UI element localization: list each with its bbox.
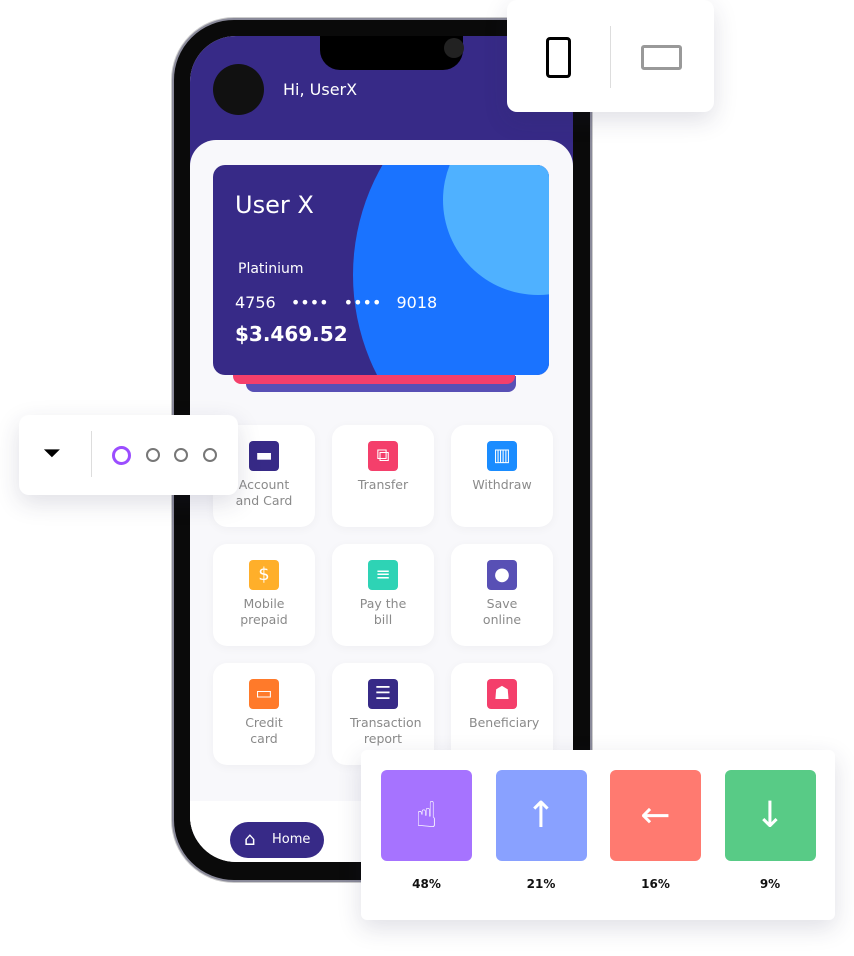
page-dot[interactable] <box>203 448 217 462</box>
card-number: 4756 •••• •••• 9018 <box>235 293 438 312</box>
orientation-popup <box>507 0 714 112</box>
service-tile[interactable]: ▥ Withdraw <box>451 425 553 527</box>
page-dot-active[interactable] <box>112 446 131 465</box>
nav-home-button[interactable]: ⌂ Home <box>230 822 324 858</box>
bank-card[interactable]: User X Platinium 4756 •••• •••• 9018 $3.… <box>213 165 549 375</box>
card-balance: $3.469.52 <box>235 322 348 346</box>
wallet-icon: ▬ <box>249 441 279 471</box>
service-label: Mobile prepaid <box>240 596 288 627</box>
dollar-icon: $ <box>249 560 279 590</box>
service-label: Save online <box>482 596 522 627</box>
contact-book-icon: ☗ <box>487 679 517 709</box>
service-tile[interactable]: ● Save online <box>451 544 553 646</box>
arrow-down-icon: ↓ <box>754 795 786 836</box>
service-tile[interactable]: $ Mobile prepaid <box>213 544 315 646</box>
home-icon: ⌂ <box>244 829 256 850</box>
camera-icon <box>444 38 464 58</box>
service-label: Withdraw <box>472 477 532 492</box>
atm-icon: ▥ <box>487 441 517 471</box>
service-tile[interactable]: ⧉ Transfer <box>332 425 434 527</box>
stat-button[interactable]: ↓ <box>724 770 816 861</box>
credit-card-icon: ▭ <box>249 679 279 709</box>
stat-button[interactable]: ↑ <box>495 770 587 861</box>
card-holder: User X <box>235 191 314 219</box>
service-label: Beneficiary <box>469 715 540 730</box>
notch <box>320 36 464 70</box>
card-tier: Platinium <box>238 261 304 277</box>
page-dot[interactable] <box>146 448 160 462</box>
stat-value: 21% <box>526 877 556 891</box>
stat-button[interactable]: ☝ <box>381 770 472 861</box>
stat-value: 9% <box>759 877 781 891</box>
service-label: Transaction report <box>350 715 422 746</box>
service-label: Transfer <box>357 477 409 492</box>
receipt-icon: ≡ <box>368 560 398 590</box>
avatar[interactable] <box>213 64 264 115</box>
stat-value: 48% <box>412 877 441 891</box>
phone-screen: Hi, UserX User X Platinium 4756 •••• •••… <box>190 36 573 862</box>
arrow-up-icon: ↑ <box>525 795 557 836</box>
arrow-left-icon: ← <box>640 795 671 836</box>
transfer-icon: ⧉ <box>368 441 398 471</box>
filter-icon[interactable]: ⏷ <box>43 441 61 466</box>
stat-value: 16% <box>641 877 670 891</box>
report-icon: ☰ <box>368 679 398 709</box>
service-label: Pay the bill <box>359 596 407 627</box>
service-tile[interactable]: ▭ Credit card <box>213 663 315 765</box>
stats-panel: ☝ 48% ↑ 21% ← 16% ↓ 9% <box>361 750 835 920</box>
stat-button[interactable]: ← <box>610 770 701 861</box>
filter-popup: ⏷ <box>19 415 238 495</box>
page-dot[interactable] <box>174 448 188 462</box>
tap-icon: ☝ <box>415 795 438 836</box>
piggy-bank-icon: ● <box>487 560 517 590</box>
service-label: Credit card <box>245 715 283 746</box>
divider <box>610 26 611 88</box>
divider <box>91 431 92 477</box>
landscape-icon[interactable] <box>641 45 682 70</box>
greeting: Hi, UserX <box>283 80 358 99</box>
portrait-icon[interactable] <box>546 37 571 78</box>
service-tile[interactable]: ≡ Pay the bill <box>332 544 434 646</box>
